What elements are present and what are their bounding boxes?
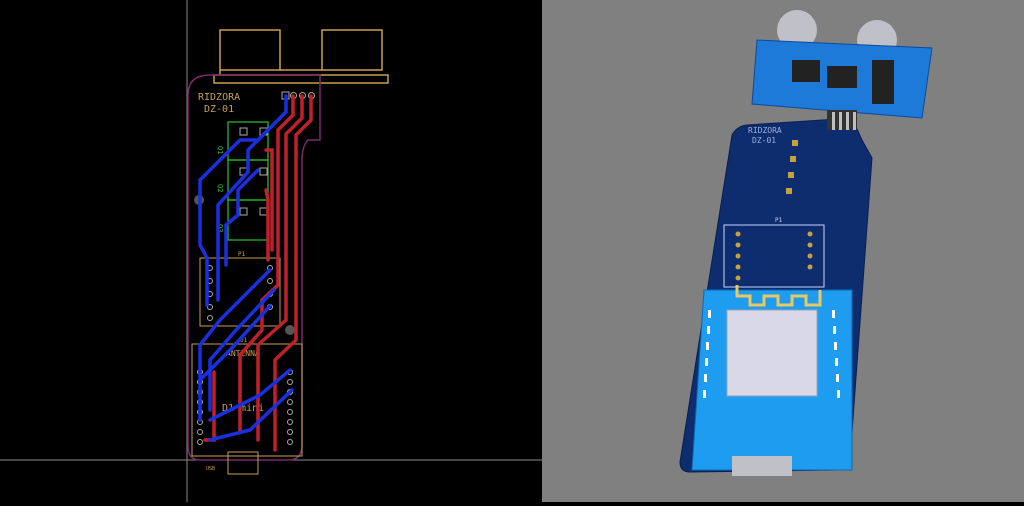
shield-can <box>726 309 818 397</box>
p1-label: P1 <box>238 251 246 258</box>
p1-label-3d: P1 <box>775 217 783 224</box>
pcb-layout-view[interactable]: RIDZORA DZ-01 Q1 Q2 Q3 P1 U1 ANTENNA D1 … <box>0 0 542 502</box>
q1-label: Q1 <box>216 146 224 154</box>
board-subtitle-3d: DZ-01 <box>752 136 776 145</box>
board-title-3d: RIDZORA <box>748 126 782 135</box>
pcb-3d-view[interactable]: RIDZORA DZ-01 P1 <box>542 0 1024 502</box>
board-subtitle: DZ-01 <box>204 104 234 115</box>
q2-label: Q2 <box>216 184 224 192</box>
render-canvas[interactable]: RIDZORA DZ-01 P1 <box>542 0 1024 502</box>
board-title: RIDZORA <box>198 92 240 103</box>
d1-mini-module-3d[interactable] <box>691 285 853 476</box>
layout-canvas[interactable]: RIDZORA DZ-01 Q1 Q2 Q3 P1 U1 ANTENNA D1 … <box>0 0 542 502</box>
p1-footprint[interactable]: P1 <box>199 251 281 327</box>
ultrasonic-sensor-3d[interactable] <box>751 10 933 130</box>
usb-port-3d <box>732 456 792 476</box>
mounting-hole <box>285 325 295 335</box>
usb-label: USB <box>206 466 215 472</box>
